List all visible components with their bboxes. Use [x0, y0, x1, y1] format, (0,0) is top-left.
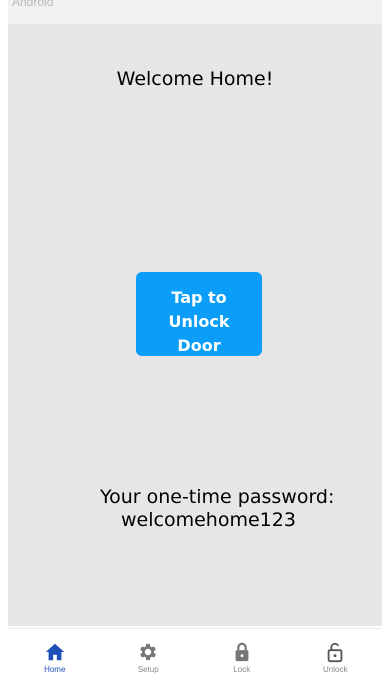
unlock-icon [327, 642, 343, 663]
lock-icon [235, 642, 249, 662]
nav-label-setup: Setup [137, 665, 159, 674]
password-value: welcomehome123 [121, 509, 296, 531]
top-bar-label: Android [12, 0, 54, 9]
nav-item-unlock[interactable]: Unlock [289, 629, 382, 687]
nav-item-setup[interactable]: Setup [102, 629, 196, 687]
home-icon [45, 643, 64, 661]
top-bar: Android [8, 0, 382, 24]
nav-label-home: Home [44, 665, 66, 674]
nav-label-lock: Lock [233, 665, 251, 674]
password-label: Your one-time password: [100, 486, 335, 508]
nav-item-lock[interactable]: Lock [195, 629, 289, 687]
device-frame: Android Welcome Home! Tap to Unlock Door… [8, 0, 382, 692]
gear-icon [140, 643, 157, 661]
home-screen: Welcome Home! Tap to Unlock Door Your on… [8, 24, 382, 626]
bottom-nav: Home Setup Lock Unlock [8, 628, 382, 687]
welcome-title: Welcome Home! [116, 68, 274, 90]
nav-label-unlock: Unlock [323, 665, 348, 674]
unlock-door-button[interactable]: Tap to Unlock Door [136, 272, 262, 356]
nav-item-home[interactable]: Home [8, 629, 102, 687]
